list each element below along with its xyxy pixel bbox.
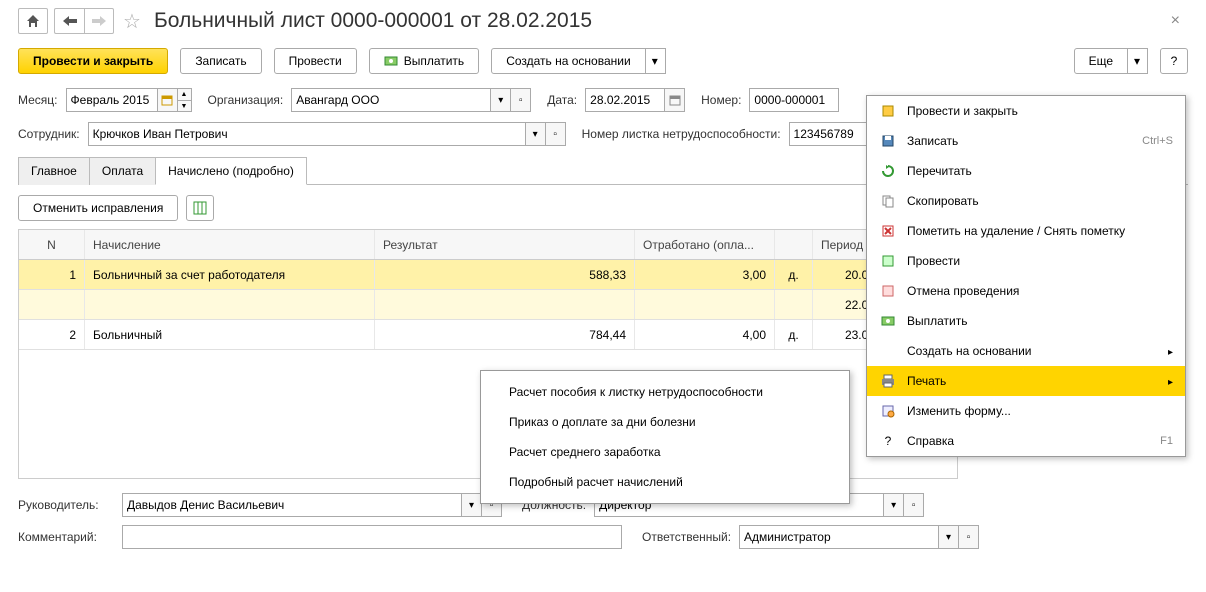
more-dropdown[interactable]: ▾ [1128, 48, 1148, 74]
menu-item[interactable]: Создать на основании [867, 336, 1185, 366]
col-result[interactable]: Результат [375, 230, 635, 259]
responsible-label: Ответственный: [642, 530, 731, 544]
menu-item[interactable]: Отмена проведения [867, 276, 1185, 306]
tab-pay[interactable]: Оплата [89, 157, 156, 185]
month-label: Месяц: [18, 93, 58, 107]
page-title: Больничный лист 0000-000001 от 28.02.201… [154, 9, 592, 33]
employee-open[interactable]: ▫ [546, 122, 566, 146]
table-row[interactable]: 2Больничный784,444,00д.23.02.2015 [19, 320, 957, 350]
undo-corrections-button[interactable]: Отменить исправления [18, 195, 178, 221]
position-open[interactable]: ▫ [904, 493, 924, 517]
post2-icon [879, 252, 897, 270]
submenu-item[interactable]: Расчет пособия к листку нетрудоспособнос… [481, 377, 849, 407]
del-icon [879, 222, 897, 240]
chevron-right-icon [1168, 374, 1173, 388]
month-down[interactable]: ▼ [178, 100, 192, 112]
number-label: Номер: [701, 93, 741, 107]
main-toolbar: Провести и закрыть Записать Провести Вып… [18, 48, 1188, 74]
org-input[interactable] [291, 88, 491, 112]
form-icon [879, 402, 897, 420]
comment-input[interactable] [122, 525, 622, 549]
post-and-close-button[interactable]: Провести и закрыть [18, 48, 168, 74]
submenu-item[interactable]: Расчет среднего заработка [481, 437, 849, 467]
org-label: Организация: [208, 93, 284, 107]
sicklist-num-label: Номер листка нетрудоспособности: [582, 127, 781, 141]
save-icon [879, 132, 897, 150]
submenu-item[interactable]: Приказ о доплате за дни болезни [481, 407, 849, 437]
month-calendar-icon[interactable] [158, 88, 178, 112]
post-button[interactable]: Провести [274, 48, 357, 74]
print-submenu: Расчет пособия к листку нетрудоспособнос… [480, 370, 850, 504]
responsible-input[interactable] [739, 525, 939, 549]
reread-icon [879, 162, 897, 180]
home-button[interactable] [18, 8, 48, 34]
employee-input[interactable] [88, 122, 526, 146]
responsible-dropdown[interactable]: ▾ [939, 525, 959, 549]
back-button[interactable] [54, 8, 84, 34]
post-icon [879, 102, 897, 120]
tab-accrued[interactable]: Начислено (подробно) [155, 157, 307, 185]
menu-item[interactable]: Скопировать [867, 186, 1185, 216]
menu-item[interactable]: Перечитать [867, 156, 1185, 186]
pay-button[interactable]: Выплатить [369, 48, 480, 74]
table-row[interactable]: 1Больничный за счет работодателя588,333,… [19, 260, 957, 290]
head-dropdown[interactable]: ▾ [462, 493, 482, 517]
more-button[interactable]: Еще [1074, 48, 1128, 74]
more-menu: Провести и закрытьЗаписатьCtrl+SПеречита… [866, 95, 1186, 457]
responsible-open[interactable]: ▫ [959, 525, 979, 549]
menu-item[interactable]: Изменить форму... [867, 396, 1185, 426]
table-settings-button[interactable] [186, 195, 214, 221]
menu-item[interactable]: ?СправкаF1 [867, 426, 1185, 456]
comment-label: Комментарий: [18, 530, 114, 544]
month-input[interactable] [66, 88, 158, 112]
help-icon: ? [879, 432, 897, 450]
head-input[interactable] [122, 493, 462, 517]
create-based-dropdown[interactable]: ▾ [646, 48, 666, 74]
sicklist-num-input[interactable] [789, 122, 877, 146]
menu-item[interactable]: Выплатить [867, 306, 1185, 336]
pay-icon [879, 312, 897, 330]
submenu-item[interactable]: Подробный расчет начислений [481, 467, 849, 497]
table-row[interactable]: 22.02.2015 [19, 290, 957, 320]
print-icon [879, 372, 897, 390]
copy-icon [879, 192, 897, 210]
save-button[interactable]: Записать [180, 48, 261, 74]
menu-item[interactable]: Провести и закрыть [867, 96, 1185, 126]
create-based-button[interactable]: Создать на основании [491, 48, 646, 74]
employee-dropdown[interactable]: ▾ [526, 122, 546, 146]
col-n[interactable]: N [19, 230, 85, 259]
titlebar: ☆ Больничный лист 0000-000001 от 28.02.2… [18, 8, 1188, 34]
month-up[interactable]: ▲ [178, 88, 192, 100]
org-open[interactable]: ▫ [511, 88, 531, 112]
date-label: Дата: [547, 93, 577, 107]
unpost-icon [879, 282, 897, 300]
money-icon [384, 54, 398, 68]
blank-icon [879, 342, 897, 360]
menu-item[interactable]: Пометить на удаление / Снять пометку [867, 216, 1185, 246]
help-button[interactable]: ? [1160, 48, 1188, 74]
number-input[interactable] [749, 88, 839, 112]
col-unit [775, 230, 813, 259]
position-dropdown[interactable]: ▾ [884, 493, 904, 517]
menu-item[interactable]: Провести [867, 246, 1185, 276]
org-dropdown[interactable]: ▾ [491, 88, 511, 112]
close-button[interactable]: × [1163, 8, 1188, 34]
menu-item[interactable]: ЗаписатьCtrl+S [867, 126, 1185, 156]
tab-main[interactable]: Главное [18, 157, 90, 185]
favorite-star-icon[interactable]: ☆ [120, 9, 144, 33]
chevron-right-icon [1168, 344, 1173, 358]
col-name[interactable]: Начисление [85, 230, 375, 259]
head-label: Руководитель: [18, 498, 114, 512]
date-calendar-icon[interactable] [665, 88, 685, 112]
date-input[interactable] [585, 88, 665, 112]
col-worked[interactable]: Отработано (опла... [635, 230, 775, 259]
menu-item[interactable]: Печать [867, 366, 1185, 396]
employee-label: Сотрудник: [18, 127, 80, 141]
forward-button[interactable] [84, 8, 114, 34]
columns-icon [193, 201, 207, 215]
